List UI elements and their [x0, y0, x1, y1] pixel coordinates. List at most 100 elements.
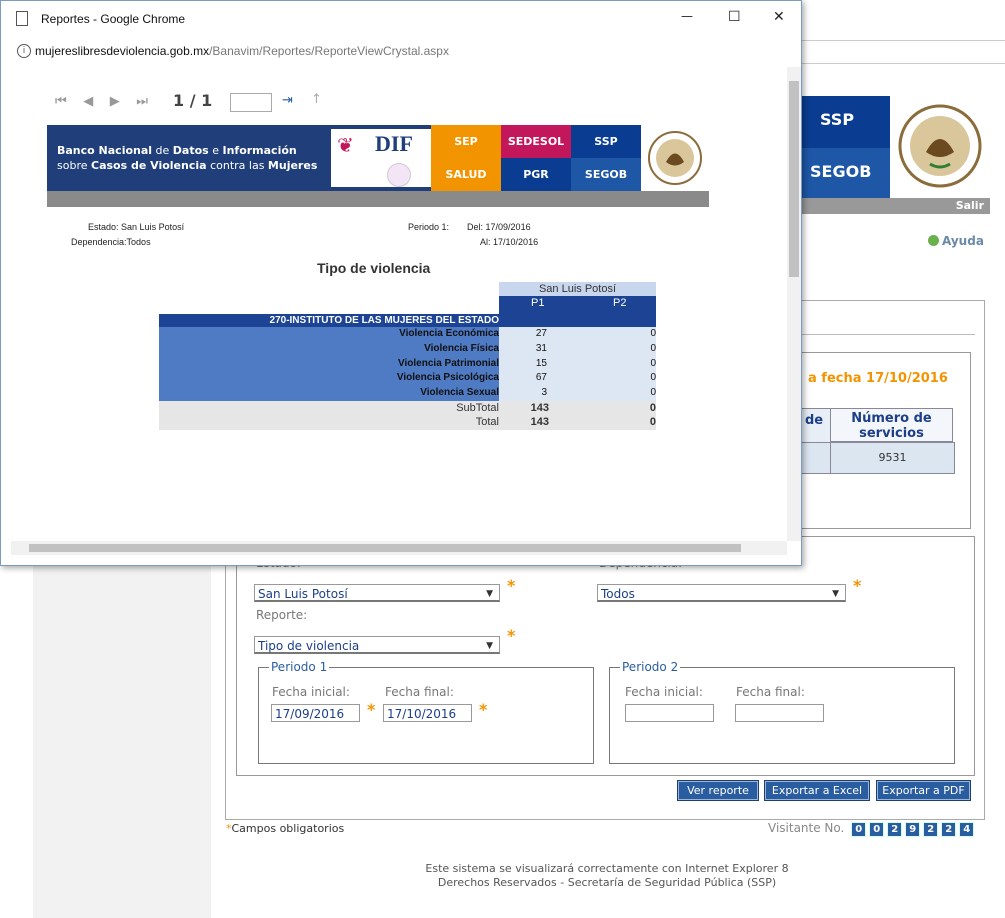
- required-note-text: Campos obligatorios: [231, 822, 345, 835]
- close-button[interactable]: ✕: [773, 9, 785, 25]
- p2-fecha-inicial-label: Fecha inicial:: [625, 685, 703, 699]
- goto-page-icon[interactable]: ⇥: [282, 93, 293, 108]
- dependencia-select[interactable]: Todos ▼: [597, 584, 846, 602]
- first-page-icon[interactable]: ⏮: [55, 94, 67, 109]
- ayuda-link[interactable]: Ayuda: [928, 234, 984, 248]
- banner-text: de: [152, 144, 173, 157]
- report-row-label: Violencia Sexual: [420, 387, 499, 399]
- tile-sedesol: SEDESOL: [501, 125, 571, 158]
- visitor-label: Visitante No.: [768, 821, 845, 835]
- mexico-seal-logo: [641, 125, 709, 191]
- url-host: mujereslibresdeviolencia.gob.mx: [35, 44, 210, 58]
- viewer-toolbar: ⏮ ◀ ▶ ⏭: [55, 94, 148, 109]
- report-row-p1: 3: [541, 387, 547, 399]
- report-row-p2: 0: [650, 387, 656, 399]
- periodo2-legend: Periodo 2: [620, 660, 681, 674]
- tile-segob: SEGOB: [571, 158, 641, 191]
- report-row-p1: 31: [535, 342, 547, 354]
- ver-reporte-button[interactable]: Ver reporte: [677, 780, 759, 801]
- background-address-bar[interactable]: [790, 40, 1005, 64]
- report-row-p1: 27: [535, 328, 547, 339]
- page-indicator: 1 / 1: [173, 91, 213, 110]
- banner-text: Mujeres: [267, 159, 318, 172]
- report-estado-value: San Luis Potosí: [121, 222, 185, 232]
- report-estado: Estado: San Luis Potosí: [88, 222, 184, 232]
- report-row: Violencia Psicológica 67 0: [159, 371, 656, 386]
- mexico-seal-logo: [890, 96, 990, 198]
- required-star: *: [367, 700, 376, 719]
- p2-fecha-inicial-input[interactable]: [625, 704, 714, 722]
- report-subtotal-p1: 143: [530, 402, 549, 414]
- dif-heart-icon: ❦: [337, 133, 354, 157]
- periodo1-legend: Periodo 1: [269, 660, 330, 674]
- report-al-value: 17/10/2016: [493, 237, 539, 247]
- p1-fecha-inicial-label: Fecha inicial:: [272, 685, 350, 699]
- report-col-p1: P1: [531, 297, 545, 309]
- estado-select[interactable]: San Luis Potosí ▼: [254, 584, 500, 602]
- horizontal-scroll-thumb[interactable]: [29, 544, 741, 552]
- table-header-servicios: Número de servicios: [830, 408, 953, 442]
- dependencia-select-value: Todos: [601, 587, 635, 601]
- visitor-digit: 2: [887, 822, 903, 837]
- table-cell-servicios: 9531: [830, 442, 955, 474]
- report-al-label: Al:: [480, 237, 491, 247]
- exportar-pdf-button[interactable]: Exportar a PDF: [876, 780, 971, 801]
- exportar-excel-button[interactable]: Exportar a Excel: [764, 780, 870, 801]
- report-row-p2: 0: [650, 372, 656, 384]
- report-del-value: 17/09/2016: [485, 222, 531, 232]
- vertical-scroll-thumb[interactable]: [789, 81, 799, 277]
- chevron-down-icon: ▼: [832, 589, 839, 599]
- info-icon[interactable]: i: [17, 44, 31, 58]
- visitor-digit: 9: [905, 822, 921, 837]
- reporte-select-value: Tipo de violencia: [258, 639, 360, 653]
- p1-fecha-final-input[interactable]: 17/10/2016: [383, 704, 472, 722]
- report-row-label: Violencia Psicológica: [396, 372, 499, 384]
- help-icon: [928, 235, 939, 246]
- last-page-icon[interactable]: ⏭: [136, 94, 148, 109]
- report-title: Tipo de violencia: [317, 260, 431, 276]
- page-icon: [16, 11, 28, 26]
- minimize-button[interactable]: —: [681, 9, 693, 23]
- required-star: *: [507, 576, 516, 595]
- report-dependencia-value: Todos: [126, 237, 151, 247]
- report-total-p2: 0: [649, 416, 656, 428]
- dif-logo: ❦ DIF: [331, 129, 431, 187]
- popup-url-bar[interactable]: i mujereslibresdeviolencia.gob.mx/Banavi…: [1, 37, 801, 65]
- popup-titlebar[interactable]: Reportes - Google Chrome — ☐ ✕: [1, 1, 801, 37]
- report-institution: 270-INSTITUTO DE LAS MUJERES DEL ESTADO: [269, 315, 499, 326]
- divider: [790, 334, 975, 335]
- report-rows: Violencia Económica 27 0 Violencia Física 31…: [159, 327, 656, 401]
- required-fields-note: *Campos obligatorios: [226, 822, 344, 835]
- summary-date-header: a fecha 17/10/2016: [808, 371, 948, 386]
- page-number-input[interactable]: [230, 93, 272, 112]
- maximize-button[interactable]: ☐: [728, 9, 741, 25]
- next-page-icon[interactable]: ▶: [110, 94, 120, 109]
- report-estado-label: Estado:: [88, 222, 119, 232]
- ssp-label: SSP: [820, 110, 855, 129]
- up-arrow-icon[interactable]: ↑: [311, 92, 322, 107]
- report-row-p1: 67: [535, 372, 547, 384]
- banner-text: Datos: [172, 144, 209, 157]
- banner-title: Banco Nacional de Datos e Información so…: [57, 143, 317, 173]
- banner-gray-strip: [47, 191, 709, 207]
- p2-fecha-final-input[interactable]: [735, 704, 824, 722]
- tile-ssp: SSP: [571, 125, 641, 158]
- salir-link[interactable]: Salir: [790, 198, 990, 214]
- prev-page-icon[interactable]: ◀: [83, 94, 93, 109]
- report-row-label: Violencia Patrimonial: [398, 357, 499, 369]
- tile-pgr: PGR: [501, 158, 571, 191]
- visitor-digit: 4: [959, 822, 975, 837]
- report-row-label: Violencia Física: [424, 342, 499, 354]
- visitor-digit: 0: [869, 822, 885, 837]
- report-del: Del: 17/09/2016: [467, 222, 531, 232]
- dif-label: DIF: [375, 131, 413, 156]
- ssp-tile: SSP: [790, 96, 890, 148]
- tile-salud: SALUD: [431, 158, 501, 191]
- report-total-label: Total: [475, 416, 499, 428]
- required-star: *: [853, 576, 862, 595]
- report-row-p2: 0: [650, 328, 656, 339]
- reporte-select[interactable]: Tipo de violencia ▼: [254, 636, 500, 654]
- p1-fecha-inicial-input[interactable]: 17/09/2016: [271, 704, 360, 722]
- popup-url: mujereslibresdeviolencia.gob.mx/Banavim/…: [35, 44, 449, 58]
- reporte-label: Reporte:: [256, 608, 308, 622]
